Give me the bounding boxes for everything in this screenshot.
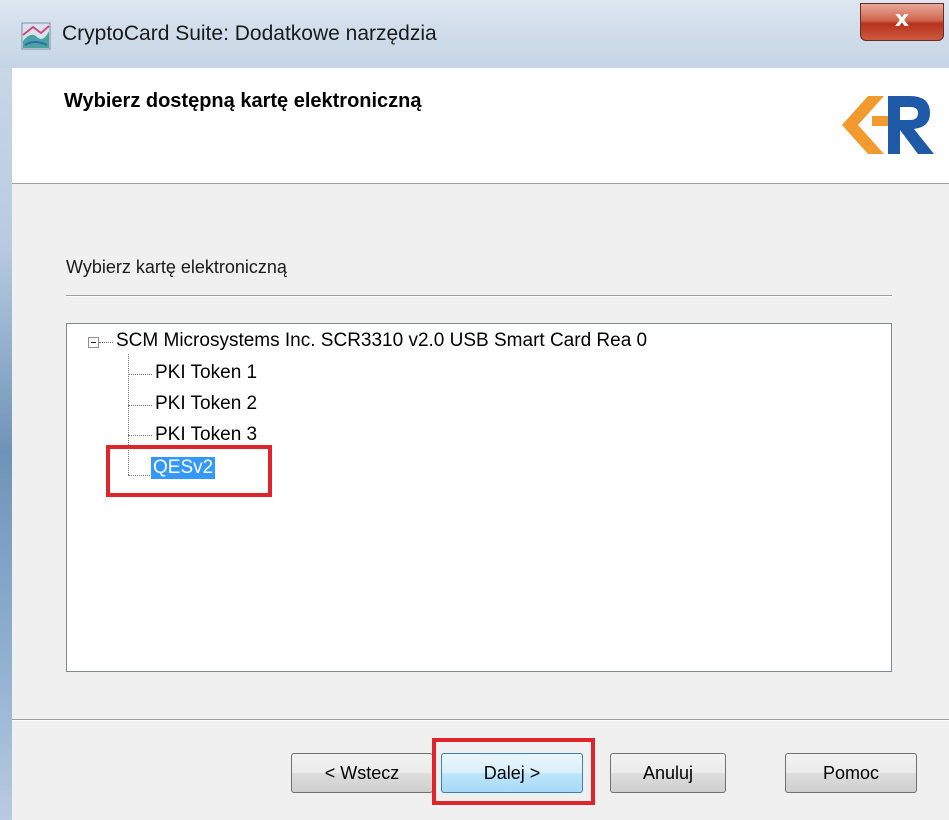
card-select-label: Wybierz kartę elektroniczną bbox=[66, 257, 287, 277]
tree-connector bbox=[128, 435, 152, 436]
collapse-toggle-icon[interactable] bbox=[88, 337, 99, 348]
highlight-box-next bbox=[432, 738, 595, 805]
kr-logo-icon bbox=[842, 96, 934, 154]
title-bar[interactable]: CryptoCard Suite: Dodatkowe narzędzia x bbox=[0, 0, 949, 68]
tree-connector bbox=[128, 374, 152, 375]
card-tree-view[interactable]: SCM Microsystems Inc. SCR3310 v2.0 USB S… bbox=[66, 323, 892, 672]
tree-connector bbox=[99, 342, 113, 343]
window-title: CryptoCard Suite: Dodatkowe narzędzia bbox=[62, 22, 437, 45]
page-title: Wybierz dostępną kartę elektroniczną bbox=[64, 90, 422, 112]
window-frame-edge bbox=[0, 0, 12, 820]
tree-node-pki-token-1[interactable]: PKI Token 1 bbox=[155, 362, 257, 384]
highlight-box-qesv2 bbox=[106, 445, 272, 497]
tree-node-pki-token-2[interactable]: PKI Token 2 bbox=[155, 393, 257, 415]
app-icon bbox=[21, 22, 51, 50]
footer-divider bbox=[12, 719, 949, 721]
tree-node-pki-token-3[interactable]: PKI Token 3 bbox=[155, 424, 257, 446]
close-icon: x bbox=[894, 7, 910, 32]
section-divider bbox=[66, 295, 892, 297]
tree-connector bbox=[128, 405, 152, 406]
close-button[interactable]: x bbox=[860, 3, 944, 41]
back-button[interactable]: < Wstecz bbox=[291, 753, 433, 793]
tree-node-reader[interactable]: SCM Microsystems Inc. SCR3310 v2.0 USB S… bbox=[116, 330, 647, 352]
dialog-window: CryptoCard Suite: Dodatkowe narzędzia x … bbox=[0, 0, 949, 820]
cancel-button[interactable]: Anuluj bbox=[610, 753, 726, 793]
help-button[interactable]: Pomoc bbox=[785, 753, 917, 793]
wizard-header: Wybierz dostępną kartę elektroniczną bbox=[12, 68, 949, 184]
